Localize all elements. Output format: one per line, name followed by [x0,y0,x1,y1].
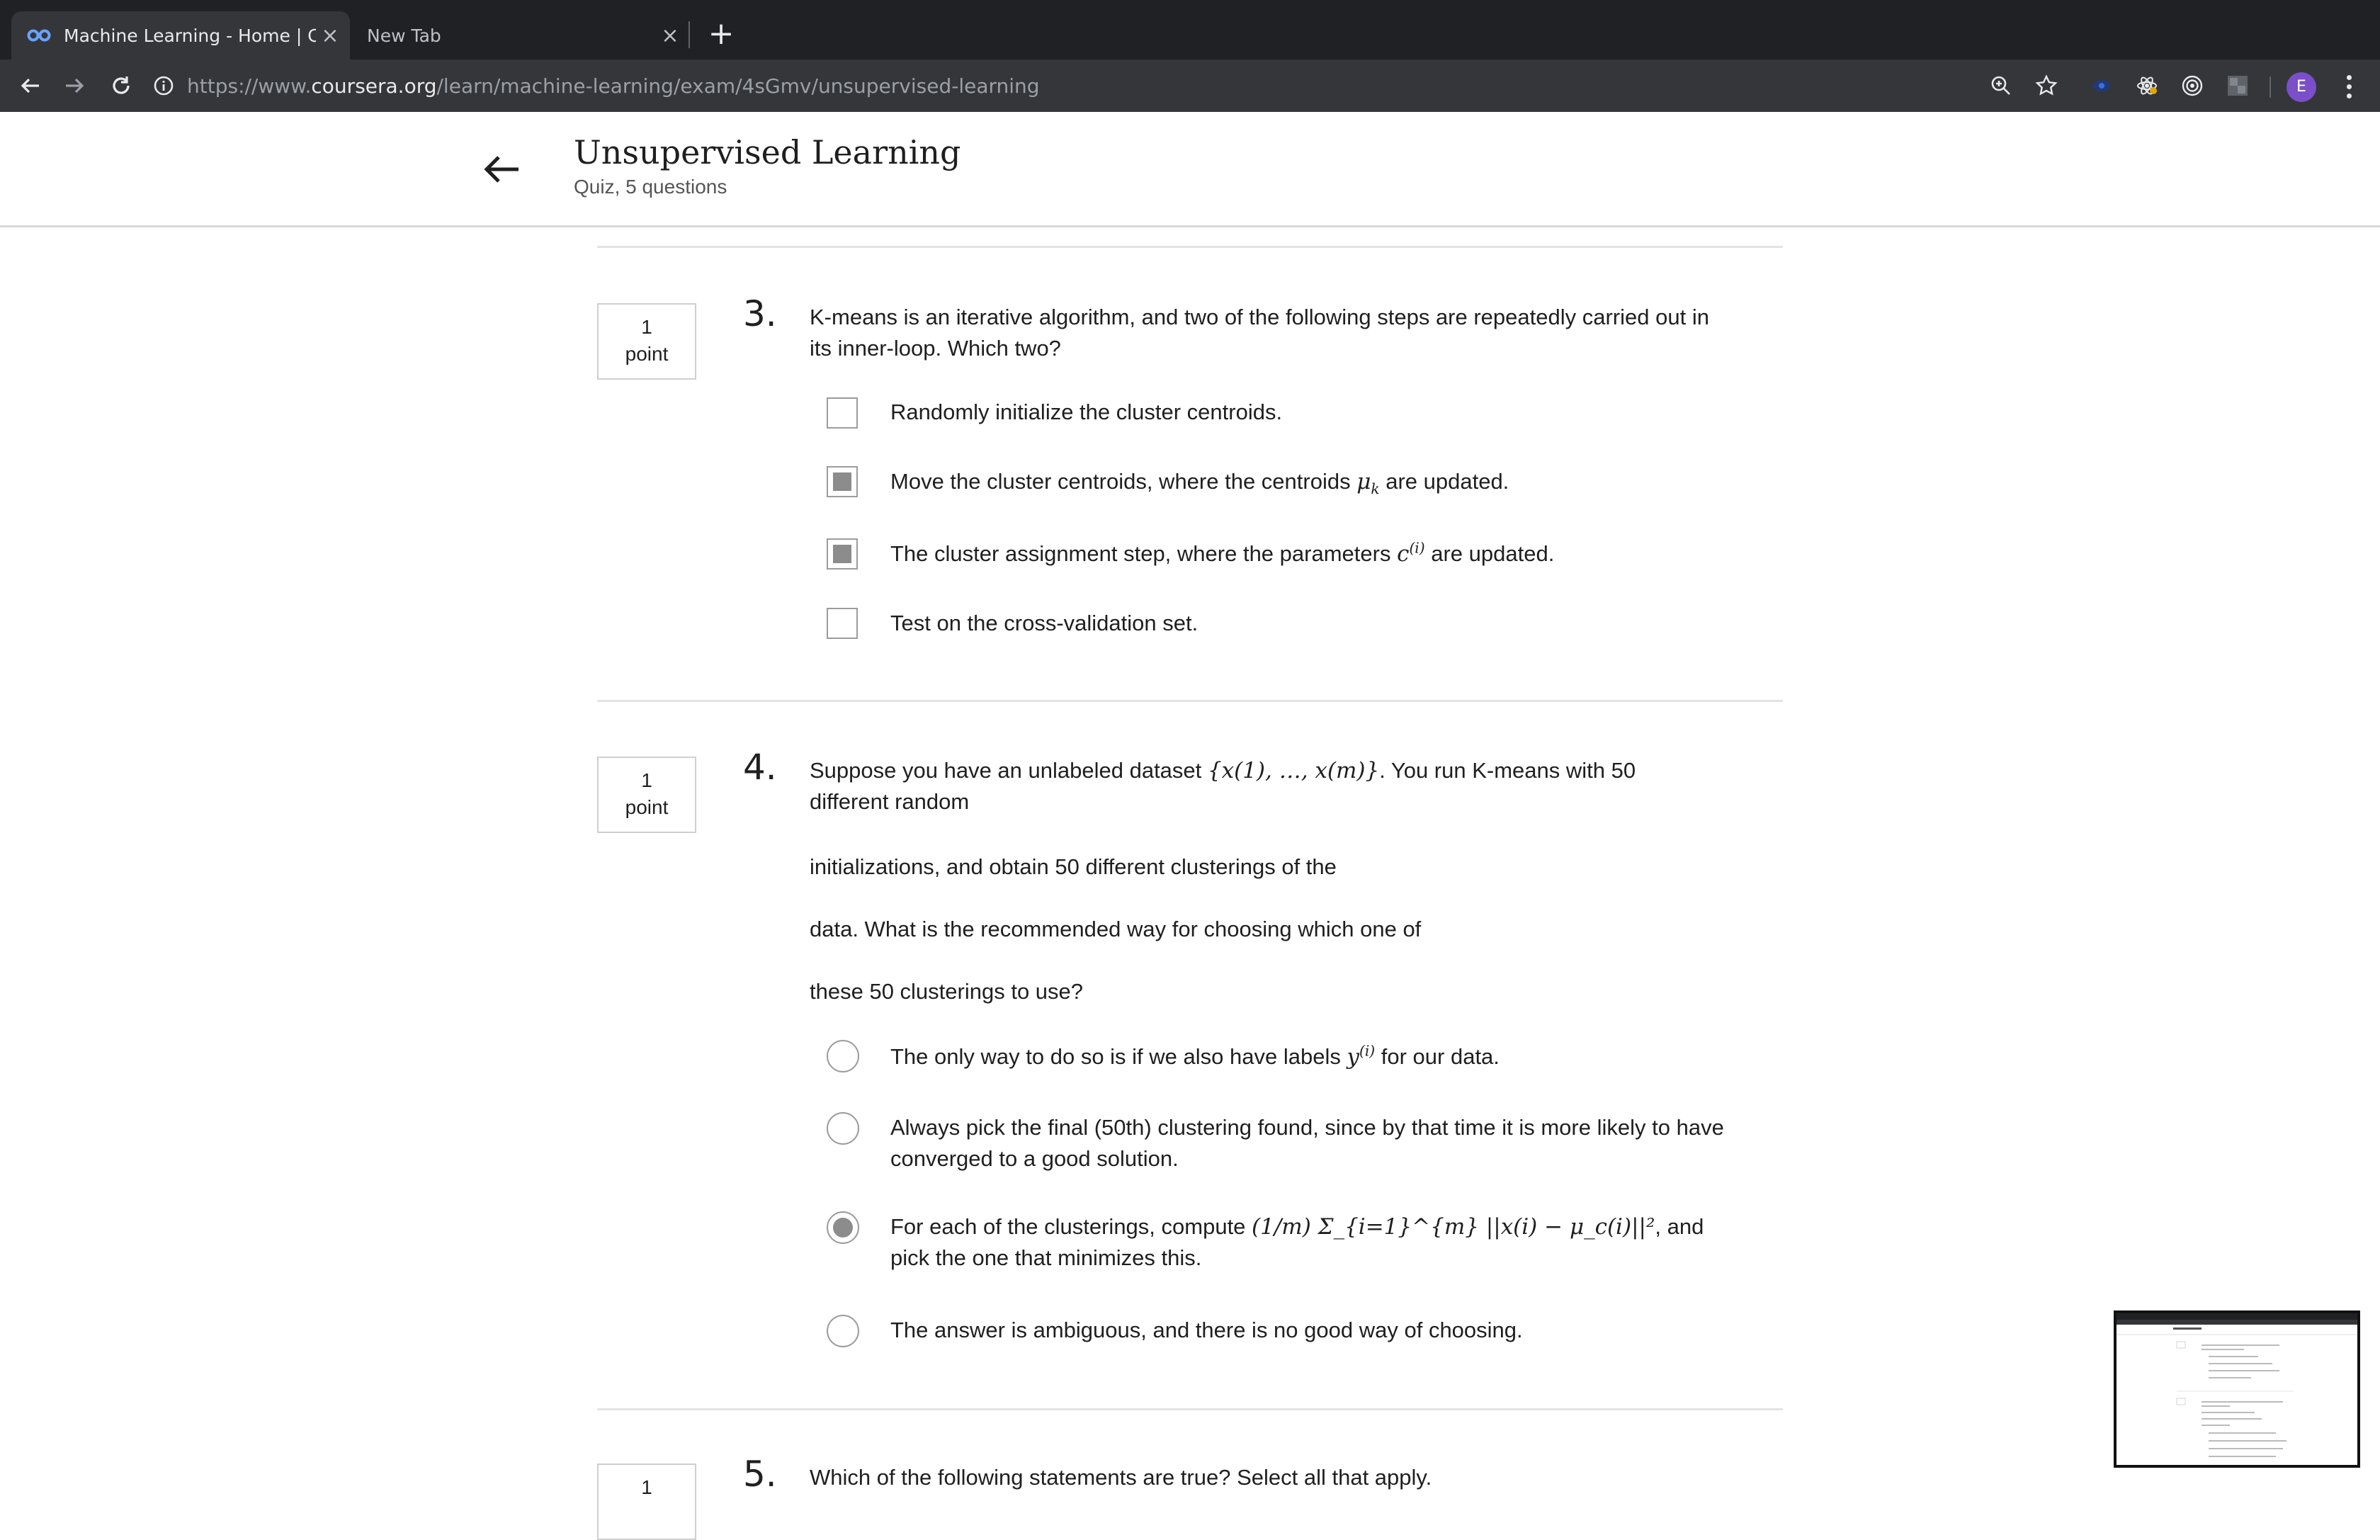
question-text: Suppose you have an unlabeled dataset {x… [810,758,1636,814]
points-label: point [625,796,669,818]
address-bar[interactable]: https://www.coursera.org/learn/machine-l… [150,65,1949,106]
option-checkbox-checked[interactable] [827,466,858,497]
close-tab-icon[interactable]: × [316,23,344,48]
back-arrow-icon[interactable] [11,67,50,105]
points-box: 1 point [597,303,696,380]
option-text: The answer is ambiguous, and there is no… [890,1318,1523,1342]
option-checkbox[interactable] [827,608,858,639]
option-text: For each of the clusterings, compute (1/… [890,1214,1704,1270]
question-number: 5. [743,1454,777,1495]
points-box: 1 [597,1463,696,1540]
option-text: Randomly initialize the cluster centroid… [890,400,1283,424]
tab-title: New Tab [367,25,441,46]
dataset-math: {x(1), …, x(m)} [1207,758,1380,783]
page-subtitle: Quiz, 5 questions [574,176,727,198]
tab-coursera[interactable]: Machine Learning - Home | Coursera × [11,11,350,60]
profile-avatar[interactable]: E [2286,72,2316,102]
question-paragraph: these 50 clusterings to use? [810,979,1084,1004]
browser-toolbar: https://www.coursera.org/learn/machine-l… [0,60,2380,112]
points-value: 1 [641,1476,652,1498]
browser-tab-bar: Machine Learning - Home | Coursera × New… [0,0,2380,60]
page-title: Unsupervised Learning [574,133,961,171]
question-paragraph: data. What is the recommended way for ch… [810,917,1422,941]
question-number: 4. [743,747,777,788]
url-text: https://www.coursera.org/learn/machine-l… [187,74,1040,98]
tab-divider [688,21,690,48]
question-text: Which of the following statements are tr… [810,1465,1432,1490]
back-arrow-icon[interactable] [480,147,524,191]
forward-arrow-icon[interactable] [55,67,94,105]
extension-target-icon[interactable] [2176,69,2209,102]
points-box: 1 point [597,757,696,833]
quiz-header: Unsupervised Learning Quiz, 5 questions [0,112,2380,227]
page-thumbnail-preview[interactable] [2114,1310,2360,1468]
points-label: point [625,343,669,365]
zoom-icon[interactable] [1983,68,2019,103]
coursera-favicon-icon [27,29,51,42]
extension-eye-icon[interactable] [2085,69,2118,102]
extension-react-icon[interactable] [2131,69,2163,102]
question-text: K-means is an iterative algorithm, and t… [810,305,1709,361]
extension-grid-icon[interactable] [2221,69,2254,102]
option-radio[interactable] [827,1315,859,1347]
tab-title: Machine Learning - Home | Coursera [64,25,316,46]
question-paragraph: initializations, and obtain 50 different… [810,854,1337,879]
site-info-icon[interactable] [150,72,177,99]
toolbar-divider [2270,77,2271,98]
option-text: Move the cluster centroids, where the ce… [890,469,1509,498]
option-text: Always pick the final (50th) clustering … [890,1115,1724,1171]
option-radio-selected[interactable] [827,1211,859,1244]
close-tab-icon[interactable]: × [656,23,684,48]
question-number: 3. [743,293,777,334]
points-value: 1 [641,769,652,791]
option-text: The cluster assignment step, where the p… [890,539,1555,567]
option-radio[interactable] [827,1112,859,1145]
option-radio[interactable] [827,1040,859,1072]
question-divider [597,1408,1783,1410]
cost-formula: (1/m) Σ_{i=1}^{m} ||x(i) − μ_c(i)||² [1252,1214,1655,1240]
tab-new-tab[interactable]: New Tab × [350,11,690,60]
option-checkbox-checked[interactable] [827,538,858,570]
points-value: 1 [641,316,652,338]
question-divider [597,246,1783,248]
bookmark-star-icon[interactable] [2029,68,2064,103]
option-checkbox[interactable] [827,397,858,429]
question-divider [597,700,1783,702]
new-tab-plus-icon[interactable]: + [706,14,737,54]
option-text: Test on the cross-validation set. [890,611,1198,635]
reload-icon[interactable] [102,67,140,105]
browser-menu-icon[interactable] [2335,69,2363,103]
option-text: The only way to do so is if we also have… [890,1042,1500,1070]
